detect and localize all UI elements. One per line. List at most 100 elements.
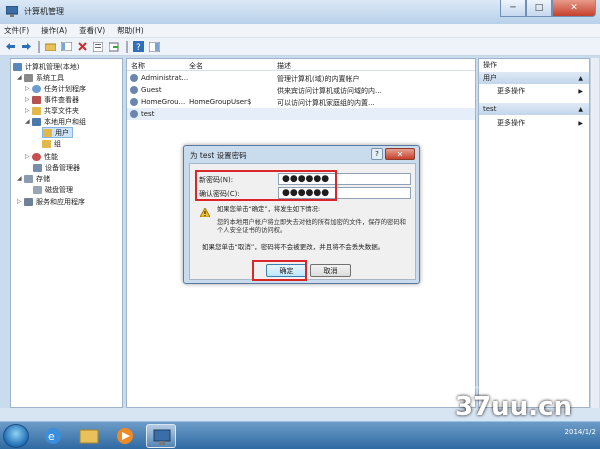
- collapse-arrow-icon[interactable]: ▷: [25, 85, 31, 92]
- list-row[interactable]: Guest 供来宾访问计算机或访问域的内...: [127, 84, 475, 96]
- menu-action[interactable]: 操作(A): [41, 25, 67, 36]
- row-name: test: [141, 110, 155, 118]
- expand-arrow-icon[interactable]: ◢: [25, 118, 31, 125]
- disk-icon: [33, 185, 42, 194]
- help-icon[interactable]: ?: [131, 40, 145, 53]
- warning-icon: [199, 206, 211, 218]
- section-title: test: [483, 105, 497, 113]
- tree-item-users[interactable]: 用户: [42, 127, 73, 138]
- actions-header: 操作: [479, 59, 589, 71]
- export-icon[interactable]: [107, 40, 121, 53]
- tree-item-storage[interactable]: ◢ 存储: [17, 173, 50, 184]
- tray-date: 2014/1/2: [564, 428, 596, 436]
- collapse-arrow-icon[interactable]: ▷: [25, 107, 31, 114]
- users-icon: [32, 117, 41, 126]
- start-button[interactable]: [3, 424, 29, 448]
- explorer-taskbar-icon[interactable]: [74, 424, 104, 448]
- collapse-caret-icon[interactable]: ▲: [578, 75, 583, 82]
- title-bar[interactable]: 计算机管理 ─ □ ✕: [0, 0, 600, 24]
- collapse-arrow-icon[interactable]: ▷: [25, 96, 31, 103]
- menu-view[interactable]: 查看(V): [79, 25, 105, 36]
- cancel-button[interactable]: 取消: [310, 264, 351, 277]
- tree-item-event-viewer[interactable]: ▷ 事件查看器: [25, 94, 79, 105]
- user-icon: [130, 110, 138, 118]
- expand-arrow-icon[interactable]: ◢: [17, 175, 23, 182]
- tree-item-label: 磁盘管理: [45, 185, 73, 194]
- submenu-arrow-icon: ▶: [578, 87, 583, 95]
- submenu-arrow-icon: ▶: [578, 119, 583, 127]
- actions-section-users[interactable]: 用户 ▲: [479, 72, 589, 84]
- toolbar: ?: [0, 38, 600, 56]
- show-hide-icon[interactable]: [147, 40, 161, 53]
- folder-icon: [42, 139, 51, 148]
- console-tree-icon[interactable]: [59, 40, 73, 53]
- row-name: Guest: [141, 86, 162, 94]
- tree-item-groups[interactable]: 组: [42, 138, 61, 149]
- tree-item-label: 组: [54, 139, 61, 148]
- tree-item-performance[interactable]: ▷ 性能: [25, 151, 58, 162]
- tree-item-shared-folders[interactable]: ▷ 共享文件夹: [25, 105, 79, 116]
- computer-management-taskbar-icon[interactable]: [146, 424, 176, 448]
- tree-item-local-users-groups[interactable]: ◢ 本地用户和组: [25, 116, 86, 127]
- vertical-scrollbar[interactable]: [590, 58, 599, 408]
- window-controls: ─ □ ✕: [500, 0, 596, 19]
- dialog-close-button[interactable]: ✕: [385, 148, 415, 160]
- dialog-body: 新密码(N): ●●●●●● 确认密码(C): ●●●●●● 如果您单击“确定”…: [189, 163, 416, 281]
- tree-item-label: 事件查看器: [44, 95, 79, 104]
- cancel-note: 如果您单击“取消”，密码将不会被更改，并且将不会丢失数据。: [202, 243, 385, 251]
- actions-section-test[interactable]: test ▲: [479, 103, 589, 115]
- tree-item-device-manager[interactable]: 设备管理器: [33, 162, 80, 173]
- column-header-description[interactable]: 描述: [277, 61, 291, 71]
- list-row-selected[interactable]: test: [127, 108, 475, 120]
- tree-item-label: 用户: [55, 128, 69, 137]
- expand-arrow-icon[interactable]: ◢: [17, 74, 23, 81]
- user-icon: [130, 74, 138, 82]
- collapse-arrow-icon[interactable]: ▷: [17, 198, 23, 205]
- menu-file[interactable]: 文件(F): [4, 25, 29, 36]
- tree-item-label: 存储: [36, 174, 50, 183]
- section-title: 用户: [483, 74, 497, 82]
- console-tree: 计算机管理(本地) ◢ 系统工具 ▷ 任务计划程序 ▷ 事件查看器 ▷ 共享文件…: [10, 58, 123, 408]
- warning-heading: 如果您单击“确定”，将发生如下情况:: [217, 206, 321, 213]
- tree-item-system-tools[interactable]: ◢ 系统工具: [17, 72, 64, 83]
- tools-icon: [24, 73, 33, 82]
- tree-root[interactable]: 计算机管理(本地): [13, 61, 79, 72]
- more-actions-item[interactable]: 更多操作 ▶: [479, 85, 589, 97]
- clock-icon: [32, 84, 41, 93]
- user-icon: [130, 86, 138, 94]
- collapse-caret-icon[interactable]: ▲: [578, 106, 583, 113]
- row-description: 供来宾访问计算机或访问域的内...: [277, 87, 382, 95]
- list-row[interactable]: HomeGrou... HomeGroupUser$ 可以访问计算机家庭组的内置…: [127, 96, 475, 108]
- tree-item-disk-management[interactable]: 磁盘管理: [33, 184, 73, 195]
- menu-help[interactable]: 帮助(H): [117, 25, 144, 36]
- ie-taskbar-icon[interactable]: e: [38, 424, 68, 448]
- column-header-fullname[interactable]: 全名: [189, 61, 203, 71]
- tree-item-label: 性能: [44, 152, 58, 161]
- properties-icon[interactable]: [91, 40, 105, 53]
- column-header-name[interactable]: 名称: [131, 61, 145, 71]
- services-icon: [24, 197, 33, 206]
- dialog-help-button[interactable]: ?: [371, 148, 383, 160]
- more-actions-item[interactable]: 更多操作 ▶: [479, 117, 589, 129]
- list-row[interactable]: Administrat... 管理计算机(域)的内置帐户: [127, 72, 475, 84]
- computer-management-icon: [5, 5, 19, 17]
- folder-up-icon[interactable]: [43, 40, 57, 53]
- minimize-button[interactable]: ─: [500, 0, 526, 17]
- tree-item-label: 系统工具: [36, 73, 64, 82]
- forward-arrow-icon[interactable]: [19, 40, 33, 53]
- row-fullname: HomeGroupUser$: [189, 98, 252, 106]
- collapse-arrow-icon[interactable]: ▷: [25, 153, 31, 160]
- maximize-button[interactable]: □: [526, 0, 552, 17]
- close-button[interactable]: ✕: [552, 0, 596, 17]
- tree-item-services-apps[interactable]: ▷ 服务和应用程序: [17, 196, 85, 207]
- media-player-taskbar-icon[interactable]: [110, 424, 140, 448]
- user-icon: [130, 98, 138, 106]
- menu-bar: 文件(F) 操作(A) 查看(V) 帮助(H): [0, 24, 600, 38]
- window-title: 计算机管理: [24, 7, 64, 16]
- watermark-text: 37uu.cn: [455, 392, 572, 422]
- delete-icon[interactable]: [75, 40, 89, 53]
- back-arrow-icon[interactable]: [3, 40, 17, 53]
- actions-pane: 操作 用户 ▲ 更多操作 ▶ test ▲ 更多操作 ▶: [478, 58, 590, 408]
- tree-item-task-scheduler[interactable]: ▷ 任务计划程序: [25, 83, 86, 94]
- tree-item-label: 设备管理器: [45, 163, 80, 172]
